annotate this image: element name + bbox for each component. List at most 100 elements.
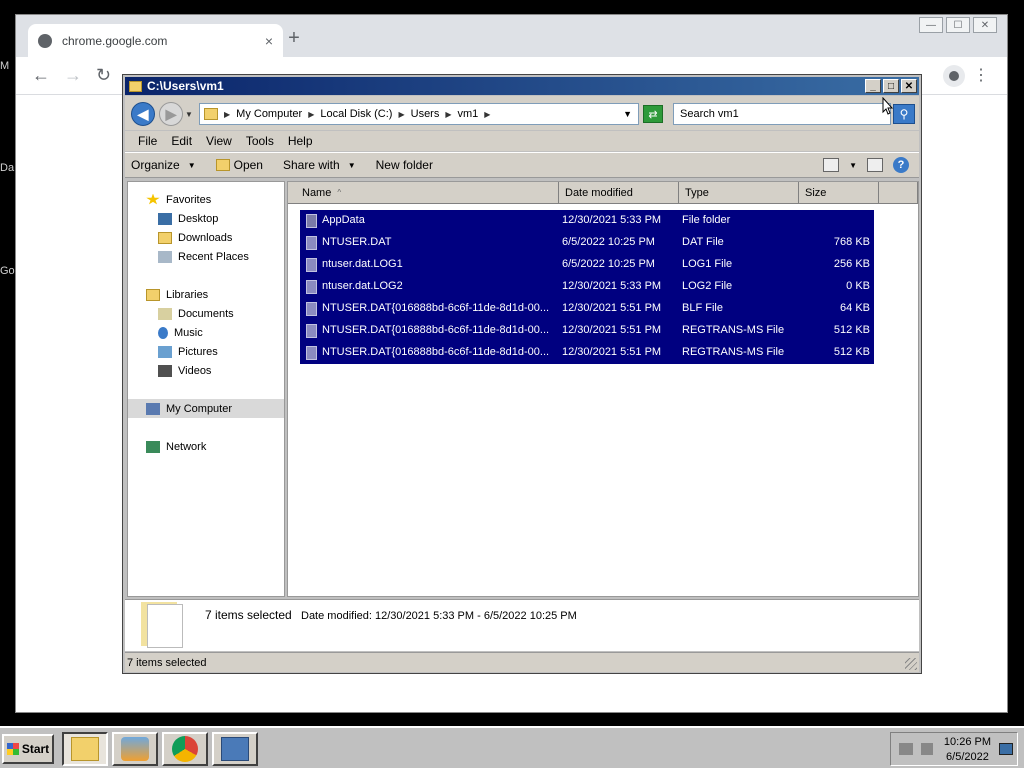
menu-view[interactable]: View — [199, 134, 239, 148]
music-note-icon — [158, 326, 168, 339]
nav-network[interactable]: Network — [128, 437, 284, 456]
help-icon[interactable]: ? — [893, 157, 909, 173]
column-date-modified[interactable]: Date modified — [559, 182, 679, 204]
clock-date: 6/5/2022 — [946, 751, 989, 763]
taskbar-chrome[interactable] — [162, 732, 208, 766]
file-size: 64 KB — [840, 302, 870, 314]
breadcrumb-item[interactable]: ▶ vm1 ▶ — [445, 108, 490, 120]
organize-button[interactable]: Organize ▼ — [131, 158, 196, 172]
refresh-button[interactable]: ⇄ — [643, 105, 663, 123]
view-options-icon[interactable] — [823, 158, 840, 172]
nav-libraries[interactable]: Libraries — [128, 285, 284, 304]
breadcrumb-item[interactable]: ▶ Users — [398, 108, 439, 120]
nav-my-computer[interactable]: My Computer — [128, 399, 284, 418]
taskbar-control-panel[interactable] — [212, 732, 258, 766]
file-icon — [306, 280, 317, 294]
network-tray-icon[interactable] — [899, 743, 913, 755]
nav-music[interactable]: Music — [128, 323, 284, 342]
forward-button[interactable]: ▶ — [159, 102, 183, 126]
table-row[interactable]: ntuser.dat.LOG2 12/30/2021 5:33 PM LOG2 … — [300, 276, 874, 298]
breadcrumb-item[interactable]: ▶ My Computer — [224, 108, 302, 120]
explorer-title-bar[interactable]: C:\Users\vm1 _ □ ✕ — [125, 77, 919, 95]
file-name: NTUSER.DAT{016888bd-6c6f-11de-8d1d-00... — [322, 324, 550, 336]
file-date: 12/30/2021 5:51 PM — [562, 324, 662, 336]
nav-documents[interactable]: Documents — [128, 304, 284, 323]
videos-icon — [158, 364, 172, 377]
menu-tools[interactable]: Tools — [239, 134, 281, 148]
taskbar-explorer[interactable] — [62, 732, 108, 766]
file-size: 256 KB — [833, 258, 870, 270]
column-size[interactable]: Size — [799, 182, 879, 204]
share-with-button[interactable]: Share with ▼ — [283, 158, 356, 172]
file-size: 0 KB — [846, 280, 870, 292]
close-tab-icon[interactable]: × — [265, 33, 273, 49]
explorer-close-button[interactable]: ✕ — [901, 79, 917, 93]
recent-pages-dropdown-icon[interactable]: ▼ — [185, 110, 193, 119]
nav-desktop[interactable]: Desktop — [128, 209, 284, 228]
explorer-folder-icon — [71, 737, 99, 761]
search-icon[interactable]: ⚲ — [893, 104, 915, 124]
volume-icon[interactable] — [921, 743, 933, 755]
explorer-title: C:\Users\vm1 — [147, 79, 224, 93]
breadcrumb-item[interactable]: ▶ Local Disk (C:) — [308, 108, 392, 120]
explorer-maximize-button[interactable]: □ — [883, 79, 899, 93]
explorer-minimize-button[interactable]: _ — [865, 79, 881, 93]
folder-icon — [204, 108, 218, 120]
table-row[interactable]: ntuser.dat.LOG1 6/5/2022 10:25 PM LOG1 F… — [300, 254, 874, 276]
chrome-menu-icon[interactable]: ⋮ — [973, 65, 989, 85]
navigation-pane: Favorites Desktop Downloads Recent Place… — [127, 181, 285, 597]
taskbar-media-player[interactable] — [112, 732, 158, 766]
address-toolbar: ◀ ▶ ▼ ▶ My Computer ▶ Local Disk (C:) ▶ Use… — [125, 96, 919, 130]
view-dropdown-icon[interactable]: ▼ — [849, 161, 857, 170]
file-date: 12/30/2021 5:51 PM — [562, 302, 662, 314]
table-row[interactable]: NTUSER.DAT{016888bd-6c6f-11de-8d1d-00...… — [300, 320, 874, 342]
computer-icon — [146, 402, 160, 415]
nav-pictures[interactable]: Pictures — [128, 342, 284, 361]
file-name: ntuser.dat.LOG2 — [322, 280, 403, 292]
chrome-tab-title: chrome.google.com — [62, 33, 168, 48]
windows-logo-icon — [6, 743, 19, 755]
file-size: 512 KB — [833, 346, 870, 358]
forward-arrow-icon[interactable]: → — [64, 65, 82, 86]
open-button[interactable]: Open — [215, 158, 263, 172]
chrome-close-button[interactable]: ✕ — [973, 17, 997, 33]
menu-file[interactable]: File — [131, 134, 164, 148]
start-button[interactable]: Start — [2, 734, 54, 764]
table-row[interactable]: NTUSER.DAT{016888bd-6c6f-11de-8d1d-00...… — [300, 342, 874, 364]
column-name[interactable]: Name ^ — [288, 182, 559, 204]
table-row[interactable]: NTUSER.DAT 6/5/2022 10:25 PM DAT File 76… — [300, 232, 874, 254]
clock[interactable]: 10:26 PM 6/5/2022 — [944, 735, 991, 765]
back-arrow-icon[interactable]: ← — [32, 65, 50, 86]
address-dropdown-icon[interactable]: ▼ — [623, 109, 632, 119]
new-tab-button[interactable]: + — [282, 27, 306, 50]
table-row[interactable]: NTUSER.DAT{016888bd-6c6f-11de-8d1d-00...… — [300, 298, 874, 320]
reload-icon[interactable]: ↻ — [96, 65, 111, 86]
menu-help[interactable]: Help — [281, 134, 320, 148]
search-input[interactable]: Search vm1 — [673, 103, 891, 125]
file-type: DAT File — [682, 236, 724, 248]
chrome-tab[interactable]: chrome.google.com × — [28, 24, 283, 57]
nav-recent-places[interactable]: Recent Places — [128, 247, 284, 266]
file-type: BLF File — [682, 302, 723, 314]
chrome-maximize-button[interactable]: ☐ — [946, 17, 970, 33]
details-selected-count: 7 items selected — [205, 608, 292, 622]
nav-videos[interactable]: Videos — [128, 361, 284, 380]
back-button[interactable]: ◀ — [131, 102, 155, 126]
column-type[interactable]: Type — [679, 182, 799, 204]
new-folder-button[interactable]: New folder — [376, 158, 433, 172]
profile-avatar-icon[interactable] — [943, 65, 965, 87]
resize-grip-icon[interactable] — [905, 658, 917, 670]
nav-downloads[interactable]: Downloads — [128, 228, 284, 247]
table-row[interactable]: AppData 12/30/2021 5:33 PM File folder — [300, 210, 874, 232]
show-desktop-icon[interactable] — [999, 743, 1013, 755]
file-date: 6/5/2022 10:25 PM — [562, 236, 655, 248]
menu-edit[interactable]: Edit — [164, 134, 199, 148]
mouse-cursor-icon — [882, 97, 894, 115]
recent-places-icon — [158, 250, 172, 263]
nav-favorites[interactable]: Favorites — [128, 190, 284, 209]
chrome-minimize-button[interactable]: — — [919, 17, 943, 33]
control-panel-icon — [221, 737, 249, 761]
address-bar[interactable]: ▶ My Computer ▶ Local Disk (C:) ▶ Users ▶ vm… — [199, 103, 639, 125]
chrome-tab-bar: chrome.google.com × + — ☐ ✕ — [16, 15, 1007, 57]
preview-pane-icon[interactable] — [867, 158, 883, 172]
